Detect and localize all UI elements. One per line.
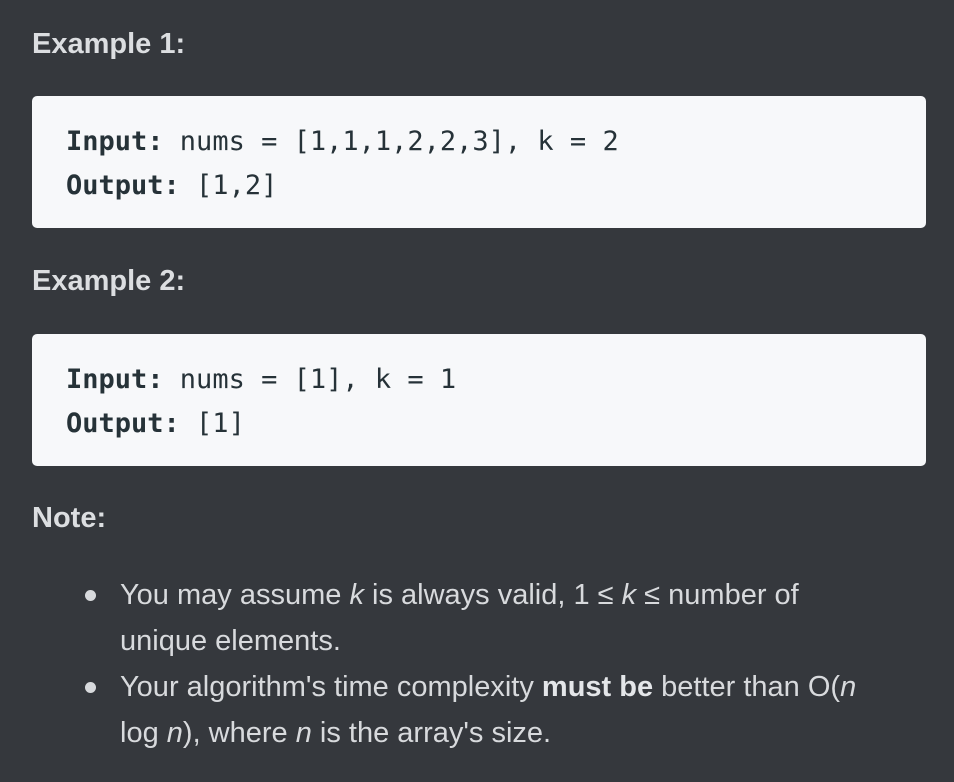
note-list: You may assume k is always valid, 1 ≤ k …	[32, 572, 892, 756]
input-value: nums = [1,1,1,2,2,3], k = 2	[163, 126, 619, 157]
variable-n: n	[295, 717, 312, 749]
input-label: Input:	[66, 364, 164, 395]
bullet-icon	[85, 682, 96, 693]
input-value: nums = [1], k = 1	[163, 364, 457, 395]
example-1-title: Example 1:	[32, 28, 186, 60]
note-text: ), where	[182, 717, 296, 749]
example-2-title: Example 2:	[32, 265, 186, 297]
variable-n: n	[166, 717, 183, 749]
example-2-code-block: Input: nums = [1], k = 1 Output: [1]	[32, 334, 926, 466]
output-value: [1,2]	[179, 170, 278, 201]
note-item-complexity: Your algorithm's time complexity must be…	[32, 664, 892, 756]
input-label: Input:	[66, 126, 164, 157]
output-value: [1]	[179, 408, 245, 439]
bullet-icon	[85, 590, 96, 601]
note-text: log	[120, 717, 167, 749]
emphasis-text: must be	[541, 671, 654, 703]
note-text: better than O(	[653, 671, 841, 703]
note-text: is always valid, 1 ≤	[363, 579, 622, 611]
output-label: Output:	[66, 408, 180, 439]
note-text: You may assume	[120, 579, 350, 611]
example-1-code-block: Input: nums = [1,1,1,2,2,3], k = 2 Outpu…	[32, 96, 926, 228]
example-2-input-line: Input: nums = [1], k = 1	[66, 358, 926, 402]
variable-k: k	[349, 579, 364, 611]
variable-n: n	[840, 671, 857, 703]
note-text: Your algorithm's time complexity	[120, 671, 542, 703]
output-label: Output:	[66, 170, 180, 201]
note-text: is the array's size.	[311, 717, 552, 749]
example-2-output-line: Output: [1]	[66, 402, 926, 446]
note-item-valid-k: You may assume k is always valid, 1 ≤ k …	[32, 572, 892, 664]
example-1-input-line: Input: nums = [1,1,1,2,2,3], k = 2	[66, 120, 926, 164]
variable-k: k	[621, 579, 637, 611]
example-1-output-line: Output: [1,2]	[66, 164, 926, 208]
note-title: Note:	[32, 502, 107, 534]
